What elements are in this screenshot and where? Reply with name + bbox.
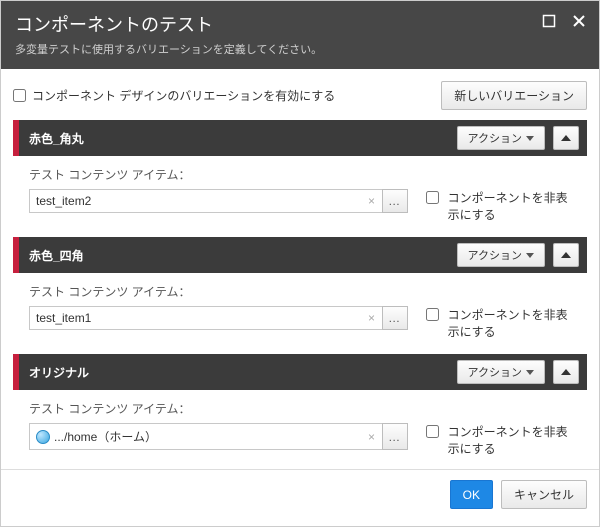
content-item-input-group: test_item2 × … [29,189,408,213]
section-title: オリジナル [19,364,449,381]
hide-component-checkbox-label[interactable]: コンポーネントを非表示にする [422,189,571,223]
hide-component-checkbox[interactable] [426,191,439,204]
section-header: 赤色_四角 アクション [13,237,587,273]
dialog-title: コンポーネントのテスト [15,11,585,37]
globe-icon [36,430,50,444]
content-item-value: test_item2 [36,194,91,208]
chevron-up-icon [561,252,571,258]
dialog-footer: OK キャンセル [1,469,599,519]
dialog-header: コンポーネントのテスト 多変量テストに使用するバリエーションを定義してください。 [1,1,599,69]
content-item-label: テスト コンテンツ アイテム： [29,400,571,417]
new-variation-button[interactable]: 新しいバリエーション [441,81,587,110]
dialog-subtitle: 多変量テストに使用するバリエーションを定義してください。 [15,41,585,57]
browse-button[interactable]: … [382,189,408,213]
dialog-body: コンポーネント デザインのバリエーションを有効にする 新しいバリエーション 赤色… [1,69,599,469]
enable-variation-text: コンポーネント デザインのバリエーションを有効にする [32,87,335,104]
section-header: 赤色_角丸 アクション [13,120,587,156]
maximize-button[interactable] [537,9,561,33]
content-item-input[interactable]: test_item1 [29,306,362,330]
action-dropdown[interactable]: アクション [457,360,545,384]
section-title: 赤色_四角 [19,247,449,264]
chevron-down-icon [526,136,534,141]
clear-button[interactable]: × [362,306,382,330]
chevron-up-icon [561,369,571,375]
section-body: テスト コンテンツ アイテム： test_item2 × … コンポーネントを非… [13,156,587,237]
hide-component-checkbox-label[interactable]: コンポーネントを非表示にする [422,306,571,340]
cancel-button[interactable]: キャンセル [501,480,587,509]
hide-component-text: コンポーネントを非表示にする [448,423,571,457]
hide-component-text: コンポーネントを非表示にする [448,306,571,340]
browse-button[interactable]: … [382,306,408,330]
section-title: 赤色_角丸 [19,130,449,147]
chevron-down-icon [526,253,534,258]
close-button[interactable] [567,9,591,33]
section-body: テスト コンテンツ アイテム： .../home（ホーム） × … コンポーネン… [13,390,587,469]
content-item-input-group: test_item1 × … [29,306,408,330]
section-header: オリジナル アクション [13,354,587,390]
content-item-label: テスト コンテンツ アイテム： [29,166,571,183]
collapse-button[interactable] [553,126,579,150]
content-item-value: test_item1 [36,311,91,325]
content-item-value: .../home（ホーム） [54,428,157,445]
action-dropdown[interactable]: アクション [457,243,545,267]
hide-component-checkbox[interactable] [426,425,439,438]
enable-variation-checkbox-label[interactable]: コンポーネント デザインのバリエーションを有効にする [13,87,335,104]
hide-component-checkbox-label[interactable]: コンポーネントを非表示にする [422,423,571,457]
clear-button[interactable]: × [362,423,382,450]
variation-section: 赤色_四角 アクション テスト コンテンツ アイテム： test_item1 ×… [13,237,587,354]
hide-component-checkbox[interactable] [426,308,439,321]
ok-button[interactable]: OK [450,480,493,509]
clear-button[interactable]: × [362,189,382,213]
content-item-input-group: .../home（ホーム） × … [29,423,408,450]
variation-section: 赤色_角丸 アクション テスト コンテンツ アイテム： test_item2 ×… [13,120,587,237]
collapse-button[interactable] [553,243,579,267]
content-item-input[interactable]: test_item2 [29,189,362,213]
chevron-down-icon [526,370,534,375]
hide-component-text: コンポーネントを非表示にする [448,189,571,223]
action-dropdown[interactable]: アクション [457,126,545,150]
content-item-label: テスト コンテンツ アイテム： [29,283,571,300]
collapse-button[interactable] [553,360,579,384]
chevron-up-icon [561,135,571,141]
browse-button[interactable]: … [382,423,408,450]
enable-variation-checkbox[interactable] [13,89,26,102]
variation-section: オリジナル アクション テスト コンテンツ アイテム： .../home（ホーム… [13,354,587,469]
section-body: テスト コンテンツ アイテム： test_item1 × … コンポーネントを非… [13,273,587,354]
content-item-input[interactable]: .../home（ホーム） [29,423,362,450]
